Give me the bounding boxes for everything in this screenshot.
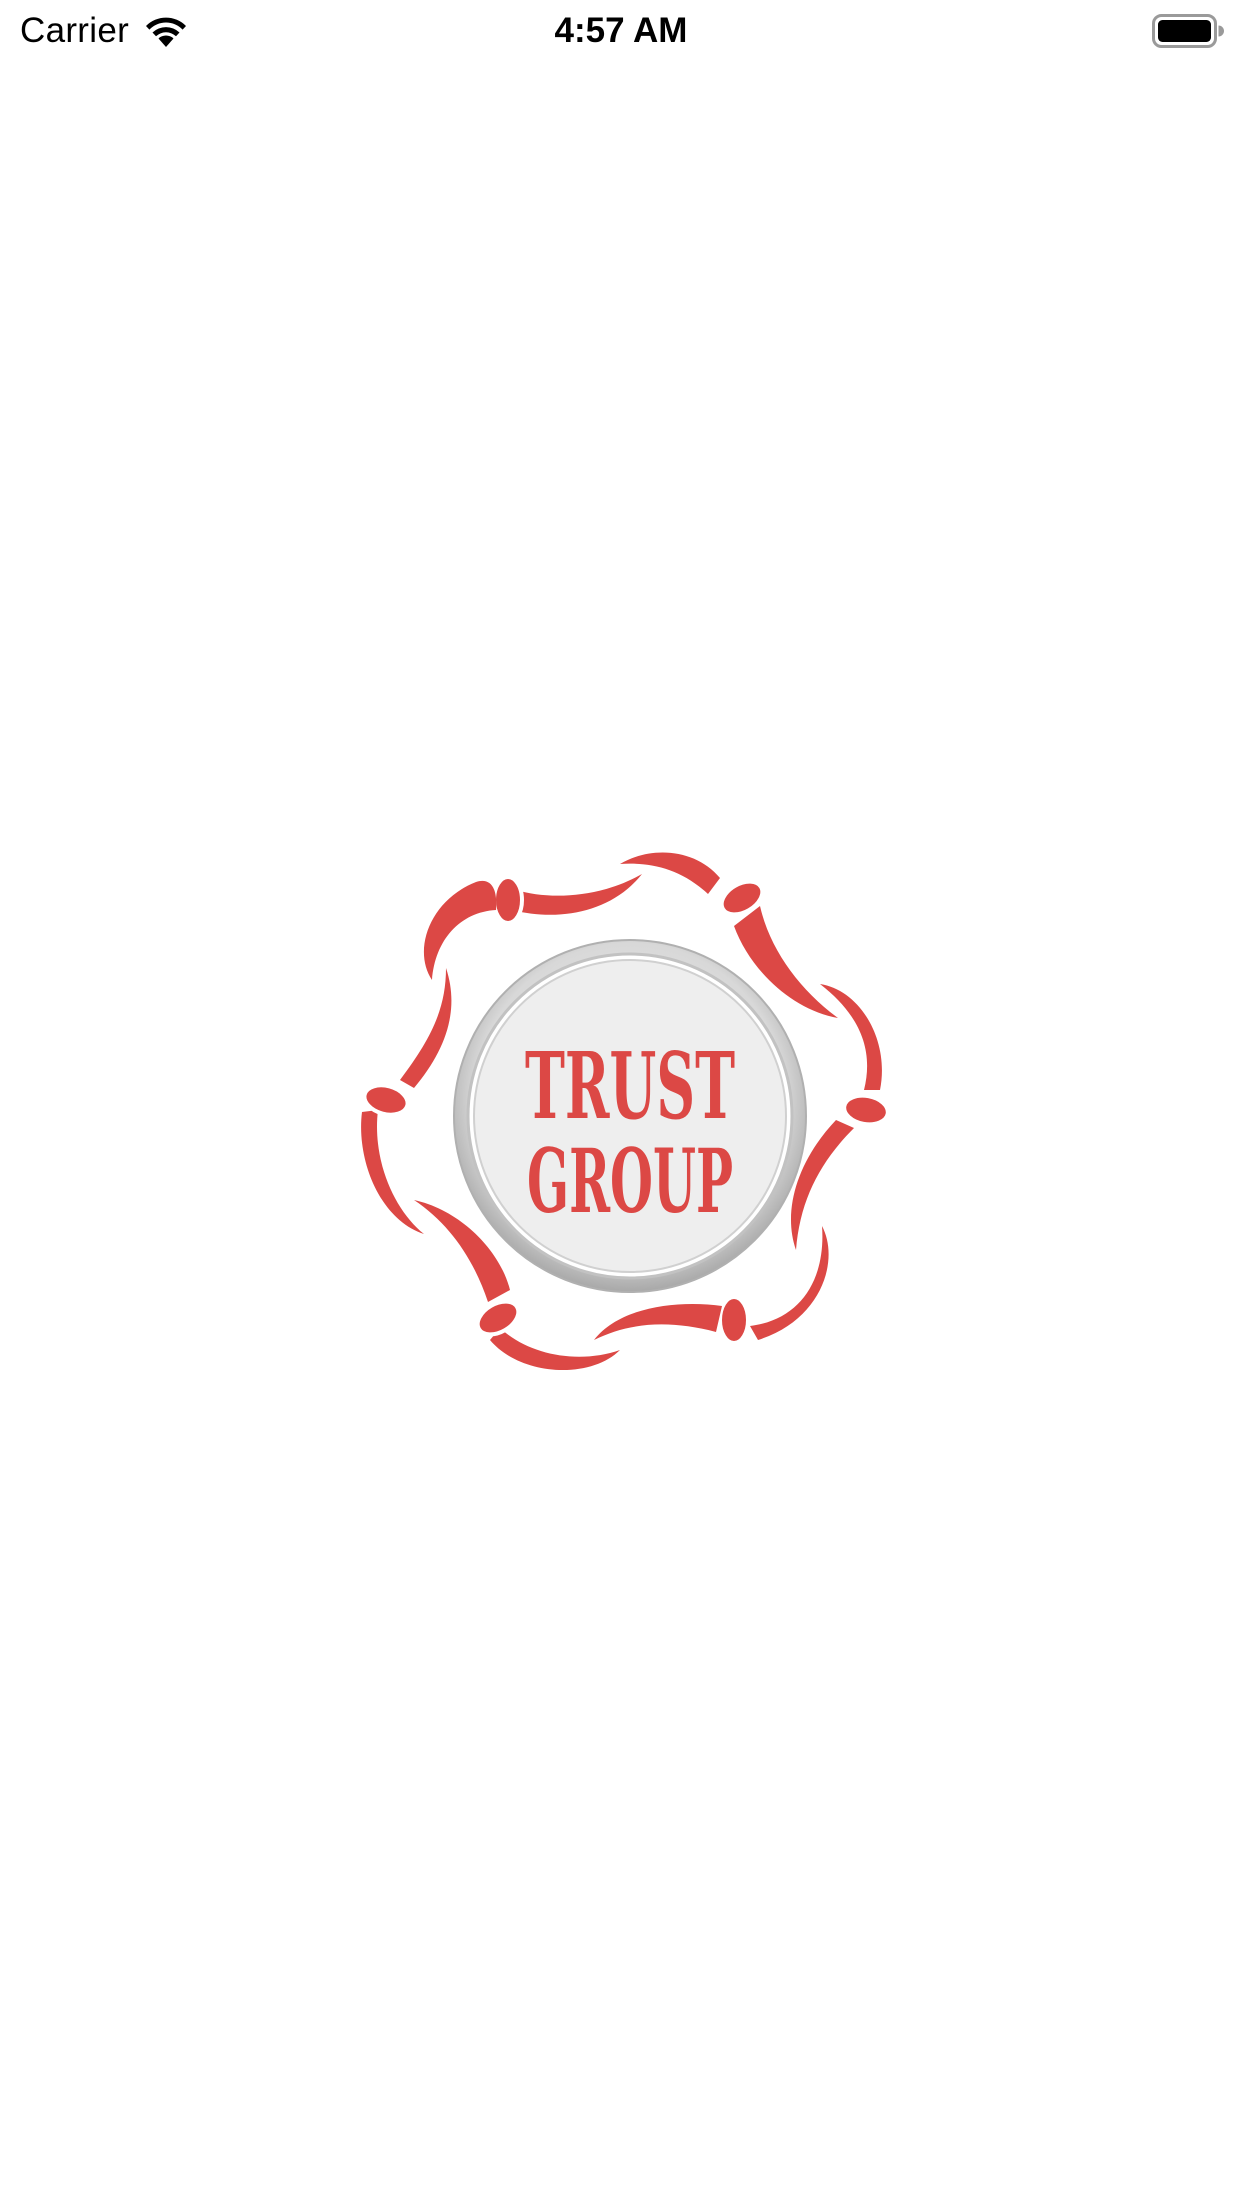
figure-arm [361, 1110, 424, 1234]
figure-head [492, 875, 524, 925]
figure-body [512, 874, 642, 915]
logo-text-group: GROUP [527, 1129, 733, 1233]
figure-arm [750, 1226, 829, 1340]
status-clock: 4:57 AM [554, 11, 688, 50]
battery-full-icon [1152, 14, 1224, 48]
logo-graphic: TRUST GROUP [361, 852, 890, 1371]
trust-group-logo: TRUST GROUP [350, 840, 894, 1380]
status-bar: Carrier 4:57 AM [0, 0, 1242, 66]
figure-arm [423, 880, 497, 980]
figure-head [475, 1299, 521, 1337]
figure-arm [820, 984, 882, 1090]
figure-head [718, 1295, 750, 1345]
figure-body [400, 968, 452, 1088]
logo-text-trust: TRUST [525, 1032, 735, 1140]
figure-arm [620, 852, 720, 894]
figure-head [842, 1093, 890, 1127]
figure-body [594, 1303, 722, 1340]
